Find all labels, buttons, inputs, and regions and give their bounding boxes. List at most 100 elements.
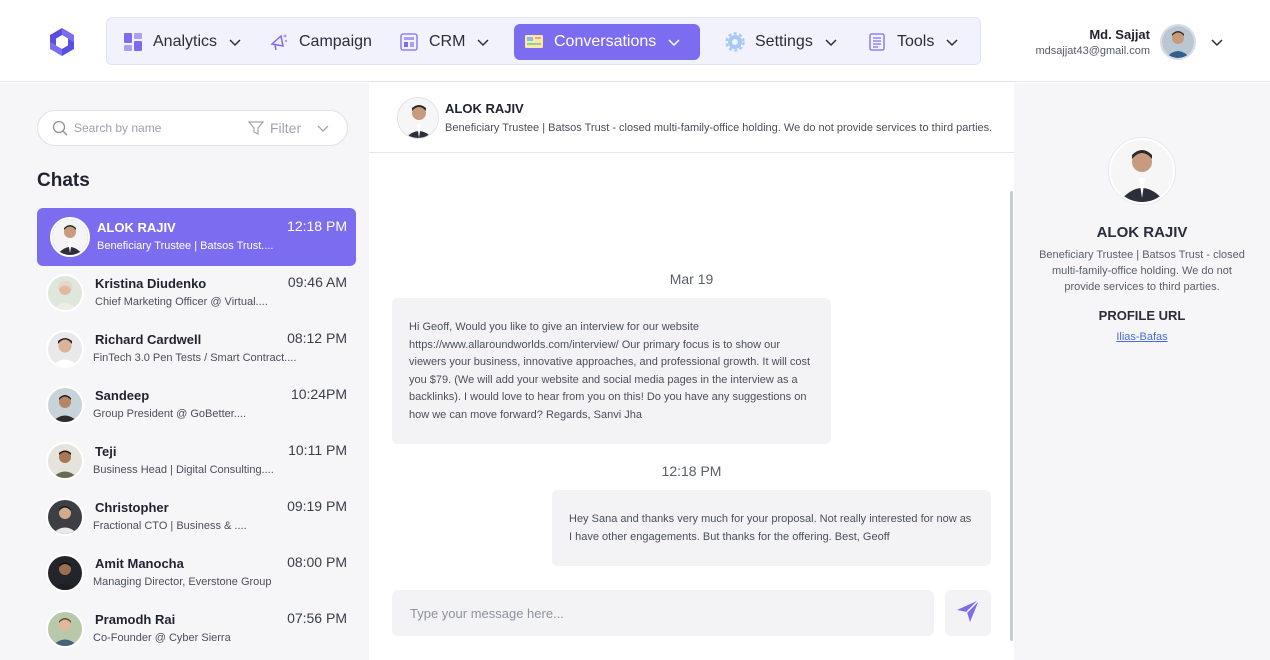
- nav-crm[interactable]: CRM: [389, 24, 499, 60]
- message-input[interactable]: [410, 605, 910, 621]
- chat-list-item[interactable]: Christopher Fractional CTO | Business & …: [37, 488, 356, 546]
- avatar: [46, 386, 84, 424]
- nav-crm-label: CRM: [429, 33, 466, 50]
- chat-list-item[interactable]: Pramodh Rai Co-Founder @ Cyber Sierra 07…: [37, 600, 356, 658]
- profile-url-link[interactable]: Ilias-Bafas: [1014, 331, 1270, 343]
- conversation-contact-subtitle: Beneficiary Trustee | Batsos Trust - clo…: [445, 122, 993, 134]
- avatar: [46, 330, 84, 368]
- chat-list-item[interactable]: Sandeep Group President @ GoBetter.... 1…: [37, 376, 356, 434]
- chat-subtitle: Group President @ GoBetter....: [93, 408, 247, 420]
- tools-icon: [867, 32, 887, 52]
- profile-bio: Beneficiary Trustee | Batsos Trust - clo…: [1039, 249, 1245, 293]
- chat-subtitle: Co-Founder @ Cyber Sierra: [93, 632, 231, 644]
- chevron-down-icon: [825, 36, 837, 48]
- avatar[interactable]: [397, 97, 439, 139]
- conversation-header: ALOK RAJIV Beneficiary Trustee | Batsos …: [369, 83, 1014, 153]
- message-composer: [392, 590, 934, 636]
- search-bar: Filter: [37, 110, 348, 146]
- chevron-down-icon: [229, 36, 241, 48]
- chat-subtitle: FinTech 3.0 Pen Tests / Smart Contract..…: [93, 352, 297, 364]
- nav-tools[interactable]: Tools: [857, 24, 968, 60]
- chat-time: 07:56 PM: [287, 610, 347, 626]
- chevron-down-icon: [477, 36, 489, 48]
- send-icon: [955, 598, 981, 629]
- profile-url-heading: PROFILE URL: [1098, 308, 1186, 323]
- nav-analytics-label: Analytics: [153, 33, 218, 50]
- chat-name: Christopher: [95, 500, 169, 515]
- filter-dropdown[interactable]: Filter: [248, 120, 329, 136]
- time-separator: 12:18 PM: [661, 463, 722, 479]
- analytics-icon: [123, 32, 143, 52]
- avatar: [46, 442, 84, 480]
- chat-list-item[interactable]: Richard Cardwell FinTech 3.0 Pen Tests /…: [37, 320, 356, 378]
- user-info: Md. Sajjat mdsajjat43@gmail.com: [1036, 27, 1151, 57]
- gear-icon: [725, 32, 745, 52]
- chat-name: Amit Manocha: [95, 556, 184, 571]
- chat-subtitle: Chief Marketing Officer @ Virtual....: [95, 296, 268, 308]
- filter-label: Filter: [270, 120, 302, 136]
- chat-time: 12:18 PM: [287, 218, 347, 234]
- chat-time: 09:46 AM: [287, 274, 347, 290]
- chat-sidebar: Filter Chats ALOK RAJIV Beneficiary Trus…: [0, 83, 369, 660]
- nav-conversations-label: Conversations: [554, 33, 657, 50]
- avatar: [46, 554, 84, 592]
- search-input[interactable]: [74, 121, 234, 135]
- chat-name: Kristina Diudenko: [95, 276, 207, 291]
- crm-icon: [399, 32, 419, 52]
- avatar: [46, 498, 84, 536]
- nav-conversations[interactable]: Conversations: [514, 24, 700, 60]
- profile-name: ALOK RAJIV: [1096, 224, 1188, 241]
- chats-heading: Chats: [37, 170, 90, 191]
- avatar: [50, 217, 90, 257]
- chat-list-item[interactable]: Amit Manocha Managing Director, Everston…: [37, 544, 356, 602]
- chat-name: Teji: [95, 444, 117, 459]
- conversation-contact-name: ALOK RAJIV: [445, 101, 524, 116]
- chat-time: 08:00 PM: [287, 554, 347, 570]
- avatar: [46, 610, 84, 648]
- send-button[interactable]: [945, 590, 991, 636]
- chat-subtitle: Managing Director, Everstone Group: [93, 576, 272, 588]
- chat-time: 10:11 PM: [288, 442, 347, 458]
- campaign-icon: [269, 32, 289, 52]
- nav-settings[interactable]: Settings: [715, 24, 847, 60]
- chat-time: 08:12 PM: [287, 330, 347, 346]
- user-name: Md. Sajjat: [1089, 27, 1150, 42]
- nav-tools-label: Tools: [897, 33, 935, 50]
- nav-campaign[interactable]: Campaign: [259, 24, 382, 60]
- outgoing-message: Hey Sana and thanks very much for your p…: [552, 490, 991, 566]
- conversation-scrollbar[interactable]: [1010, 191, 1013, 641]
- chat-subtitle: Business Head | Digital Consulting....: [93, 464, 274, 476]
- chevron-down-icon: [317, 122, 329, 134]
- filter-icon: [248, 120, 264, 136]
- conversation-panel: ALOK RAJIV Beneficiary Trustee | Batsos …: [369, 83, 1014, 660]
- incoming-message: Hi Geoff, Would you like to give an inte…: [392, 298, 831, 444]
- chat-time: 10:24PM: [290, 386, 347, 402]
- chat-name: Pramodh Rai: [95, 612, 176, 627]
- chat-subtitle: Beneficiary Trustee | Batsos Trust....: [97, 240, 274, 252]
- search-icon: [52, 120, 68, 136]
- chevron-down-icon: [668, 36, 680, 48]
- avatar: [46, 274, 84, 312]
- chat-list-item[interactable]: Kristina Diudenko Chief Marketing Office…: [37, 264, 356, 322]
- conversations-icon: [524, 32, 544, 52]
- chat-subtitle: Fractional CTO | Business & ....: [93, 520, 247, 532]
- brand-logo-icon[interactable]: [46, 26, 78, 58]
- chat-list-item[interactable]: ALOK RAJIV Beneficiary Trustee | Batsos …: [37, 208, 356, 266]
- chat-name: ALOK RAJIV: [97, 220, 176, 235]
- chat-name: Richard Cardwell: [95, 332, 202, 347]
- profile-avatar: [1109, 138, 1175, 204]
- user-menu[interactable]: Md. Sajjat mdsajjat43@gmail.com: [1036, 22, 1225, 62]
- chat-list-item[interactable]: Teji Business Head | Digital Consulting.…: [37, 432, 356, 490]
- chevron-down-icon[interactable]: [1210, 35, 1224, 49]
- chat-time: 09:19 PM: [287, 498, 347, 514]
- nav-campaign-label: Campaign: [299, 33, 372, 50]
- date-separator: Mar 19: [669, 271, 714, 287]
- nav-analytics[interactable]: Analytics: [113, 24, 251, 60]
- chat-name: Sandeep: [95, 388, 150, 403]
- chevron-down-icon: [946, 36, 958, 48]
- user-email: mdsajjat43@gmail.com: [1035, 45, 1151, 57]
- user-avatar[interactable]: [1160, 24, 1196, 60]
- top-bar: Analytics Campaign CRM Conversations Set…: [0, 0, 1270, 82]
- main-nav: Analytics Campaign CRM Conversations Set…: [106, 17, 981, 65]
- nav-settings-label: Settings: [755, 33, 813, 50]
